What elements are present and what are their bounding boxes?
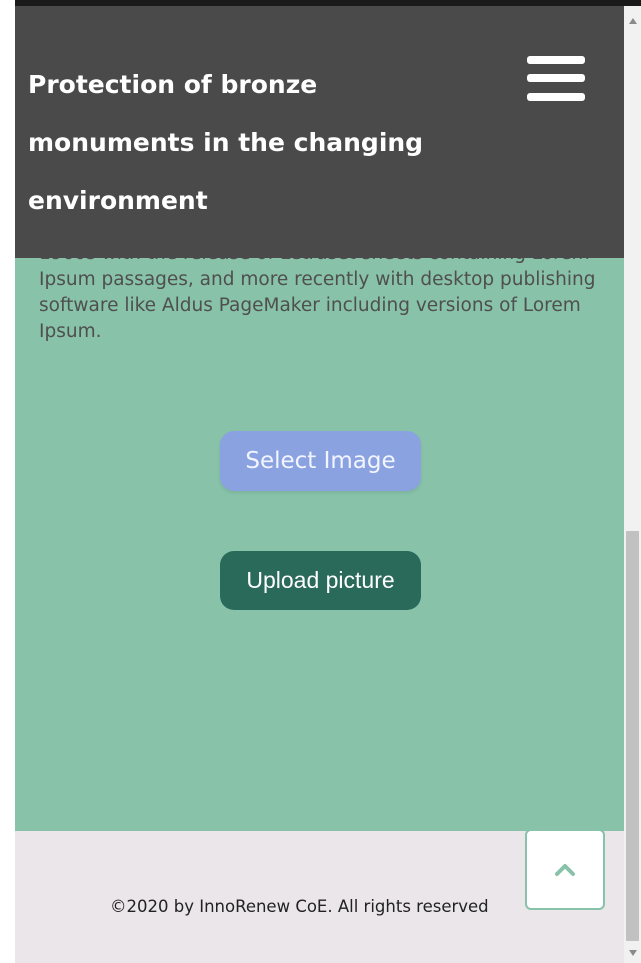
menu-bar — [527, 93, 585, 101]
menu-bar — [527, 74, 585, 82]
hamburger-menu-icon[interactable] — [527, 54, 585, 106]
upload-picture-button[interactable]: Upload picture — [220, 551, 421, 610]
vertical-scrollbar[interactable] — [624, 6, 641, 963]
scrollbar-thumb[interactable] — [626, 531, 639, 941]
body-text: 1960s with the release of Letraset sheet… — [39, 258, 596, 342]
chevron-up-icon — [555, 863, 575, 876]
site-title[interactable]: Protection of bronze monuments in the ch… — [28, 56, 468, 230]
scroll-up-arrow-icon[interactable] — [624, 6, 641, 36]
main-content: 1960s with the release of Letraset sheet… — [15, 258, 624, 831]
back-to-top-button[interactable] — [525, 829, 605, 910]
site-footer: ©2020 by InnoRenew CoE. All rights reser… — [15, 829, 624, 963]
menu-bar — [527, 56, 585, 64]
page-left-margin — [0, 0, 15, 963]
page: Protection of bronze monuments in the ch… — [0, 0, 641, 963]
site-header: Protection of bronze monuments in the ch… — [15, 6, 624, 258]
scroll-down-arrow-icon[interactable] — [624, 943, 641, 963]
copyright-text: ©2020 by InnoRenew CoE. All rights reser… — [110, 897, 489, 916]
select-image-button[interactable]: Select Image — [220, 431, 421, 491]
